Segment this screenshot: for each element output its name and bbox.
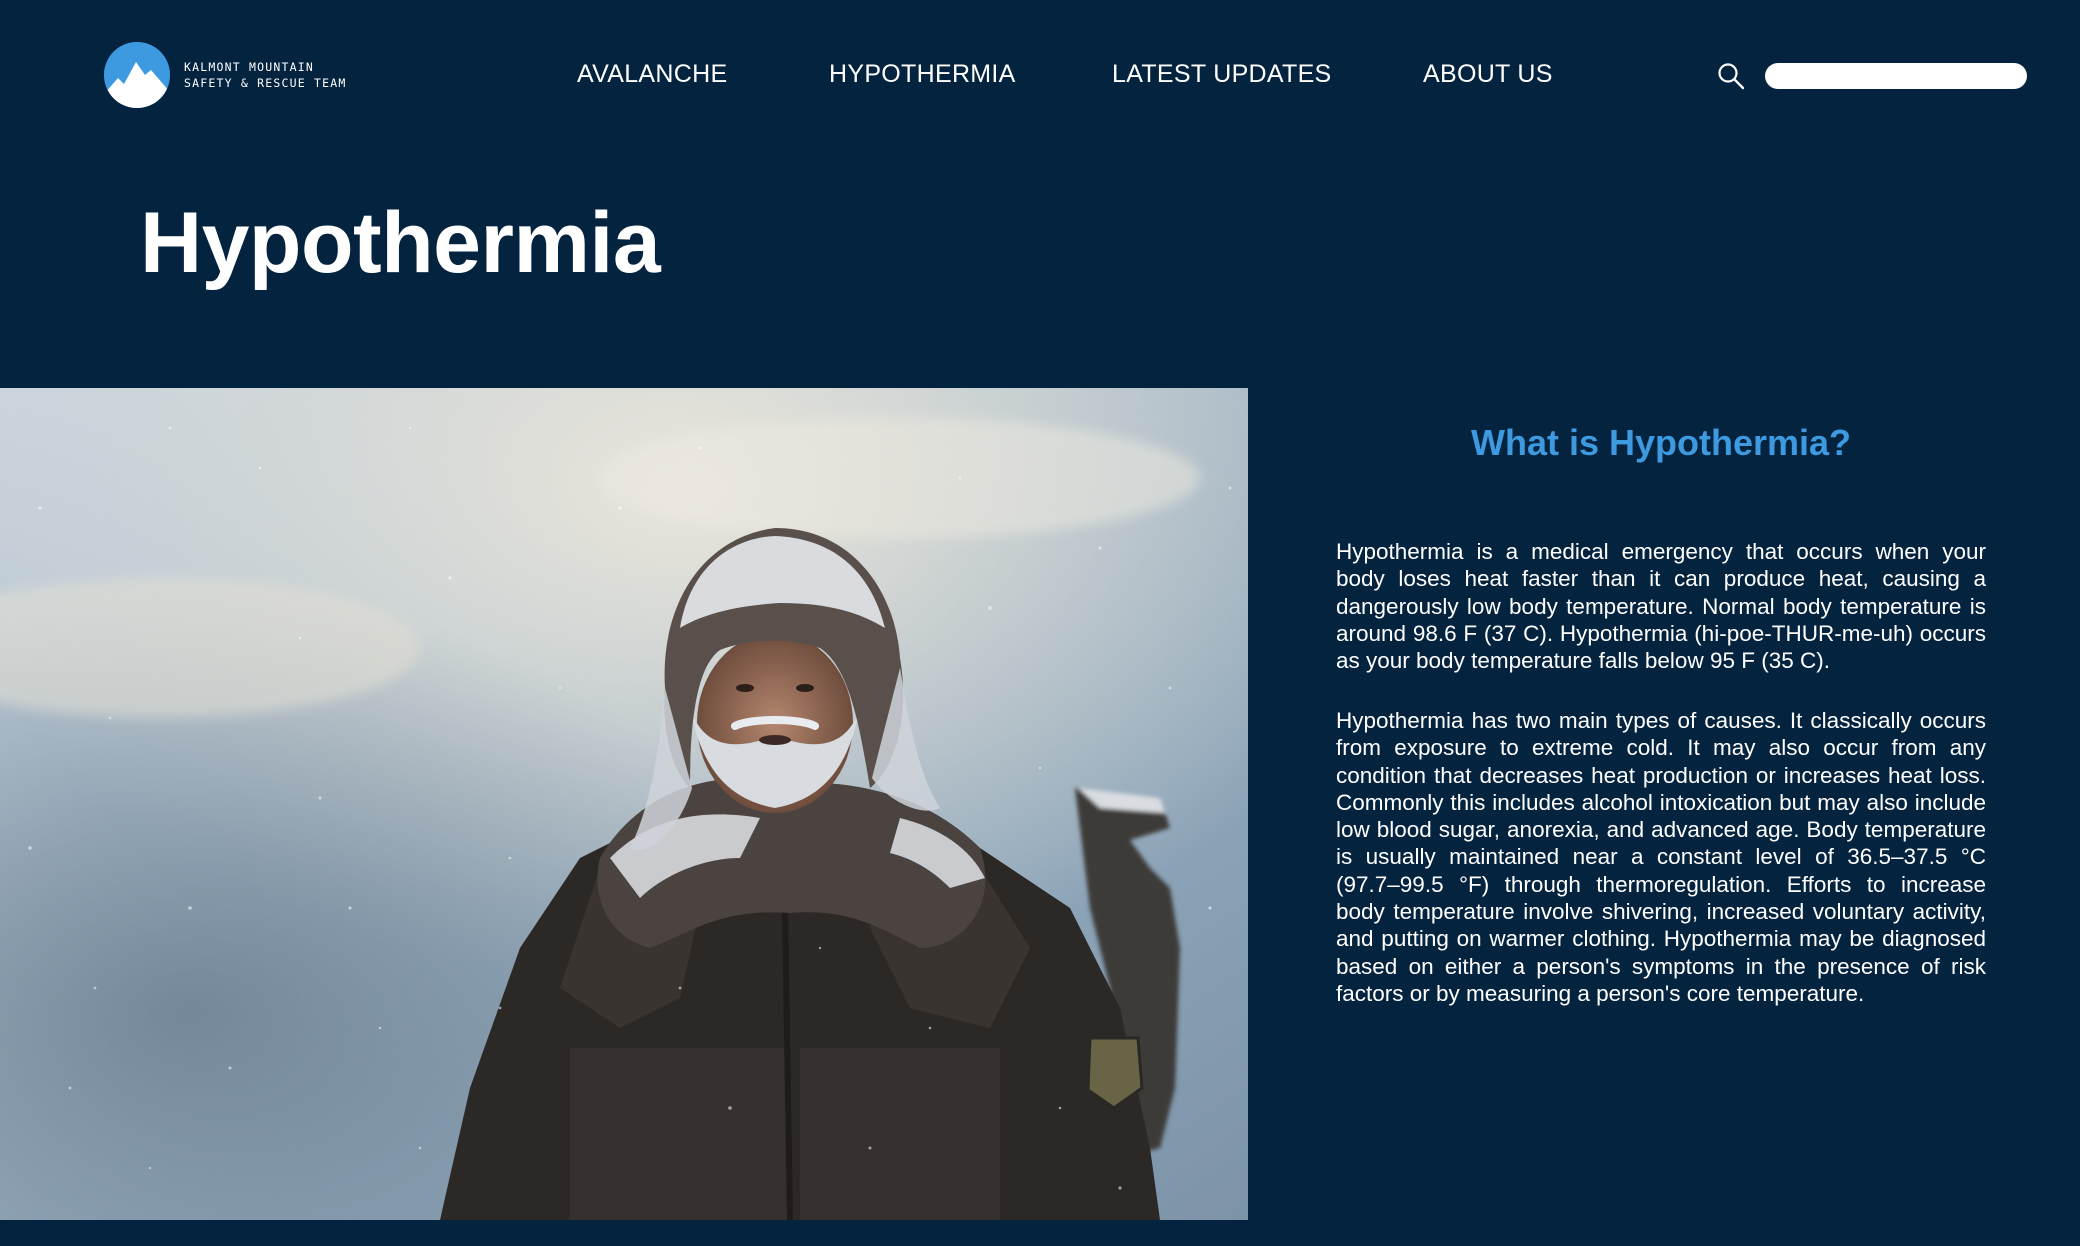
nav-item-about-us[interactable]: ABOUT US	[1423, 60, 1553, 89]
page-title: Hypothermia	[140, 195, 661, 291]
info-heading: What is Hypothermia?	[1470, 422, 1852, 463]
info-paragraph-2: Hypothermia has two main types of causes…	[1336, 708, 1986, 1006]
nav-item-hypothermia[interactable]: HYPOTHERMIA	[829, 60, 1016, 89]
nav-item-avalanche[interactable]: AVALANCHE	[577, 60, 727, 89]
search-icon[interactable]	[1716, 61, 1746, 91]
site-header: KALMONT MOUNTAIN SAFETY & RESCUE TEAM AV…	[0, 0, 2080, 160]
nav-item-latest-updates[interactable]: LATEST UPDATES	[1112, 60, 1332, 89]
hero-photo	[0, 388, 1248, 1220]
info-paragraph-1: Hypothermia is a medical emergency that …	[1336, 539, 1986, 674]
search-input[interactable]	[1765, 63, 2027, 89]
